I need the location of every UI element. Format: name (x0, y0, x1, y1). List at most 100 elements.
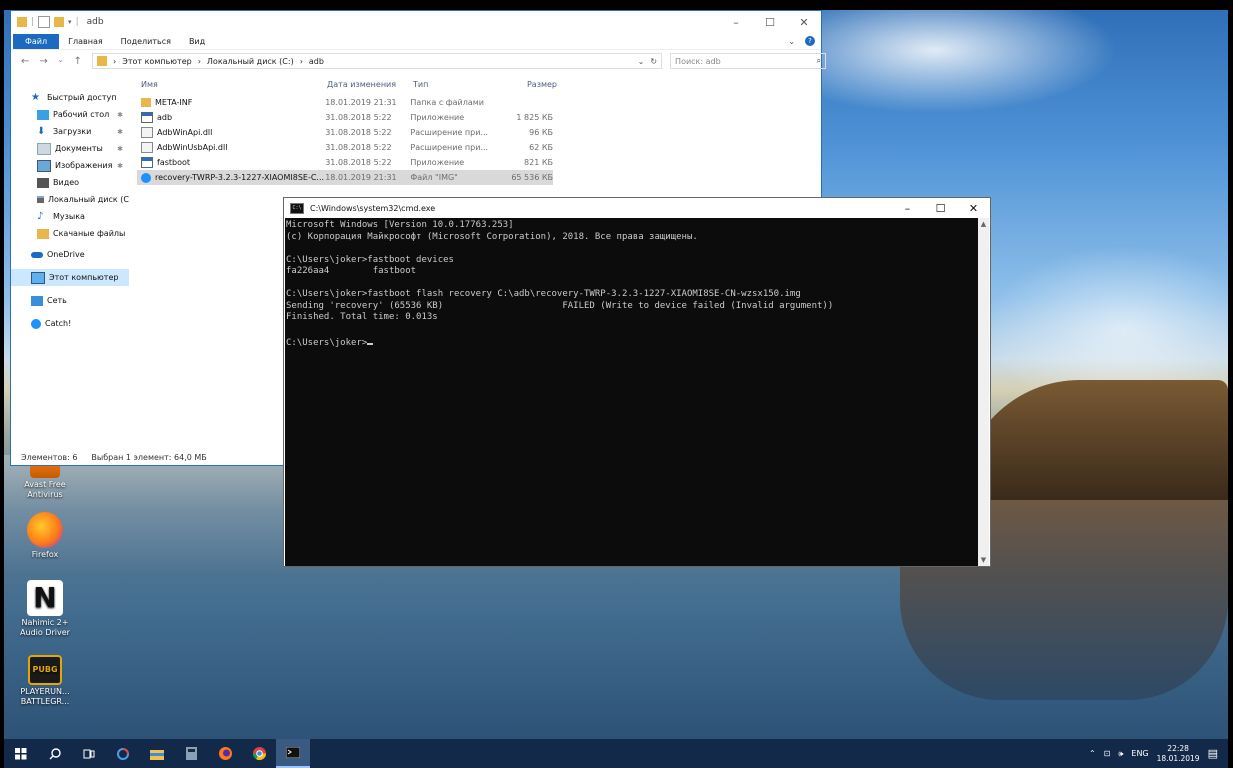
pin-icon[interactable]: ✱ (117, 111, 123, 119)
cmd-titlebar[interactable]: C:\ C:\Windows\system32\cmd.exe – ☐ ✕ (284, 198, 990, 218)
star-icon: ★ (31, 91, 40, 103)
customize-toolbar-icon[interactable]: ▾ (68, 18, 72, 26)
search-icon[interactable]: ⌕ (817, 56, 821, 66)
task-view-button[interactable] (72, 739, 106, 768)
scroll-down-icon[interactable]: ▼ (978, 554, 989, 566)
clock[interactable]: 22:28 18.01.2019 (1157, 744, 1200, 764)
network-icon[interactable]: ⊡ (1104, 749, 1111, 758)
column-header-size[interactable]: Размер (501, 80, 557, 89)
search-button[interactable] (38, 739, 72, 768)
sidebar-item-music[interactable]: ♪ Музыка (11, 208, 129, 225)
expand-ribbon-icon[interactable]: ⌄ (788, 37, 795, 46)
desktop-icon-avast[interactable]: Avast Free Antivirus (14, 460, 76, 500)
sidebar-item-downloaded-files[interactable]: Скачаные файлы (11, 225, 129, 242)
file-row[interactable]: AdbWinUsbApi.dll 31.08.2018 5:22 Расшире… (137, 140, 553, 155)
column-header-type[interactable]: Тип (413, 80, 501, 89)
column-header-date[interactable]: Дата изменения (327, 80, 413, 89)
maximize-button[interactable]: ☐ (924, 202, 957, 215)
file-row-selected[interactable]: recovery-TWRP-3.2.3-1227-XIAOMI8SE-C... … (137, 170, 553, 185)
back-arrow-icon[interactable]: ← (21, 56, 29, 67)
taskbar-firefox[interactable] (208, 739, 242, 768)
taskbar-calculator[interactable] (174, 739, 208, 768)
breadcrumb: › Этот компьютер › Локальный диск (C:) ›… (113, 57, 324, 66)
address-bar[interactable]: › Этот компьютер › Локальный диск (C:) ›… (92, 53, 663, 69)
up-arrow-icon[interactable]: ↑ (74, 56, 82, 67)
breadcrumb-item[interactable]: adb (309, 57, 324, 66)
sidebar-item-local-disk[interactable]: Локальный диск (C (11, 191, 129, 208)
refresh-icon[interactable]: ↻ (650, 57, 657, 66)
app-icon (141, 157, 153, 168)
sidebar-item-video[interactable]: Видео (11, 174, 129, 191)
folder-icon (141, 98, 151, 107)
sidebar-item-pictures[interactable]: Изображения ✱ (11, 157, 129, 174)
file-size: 1 825 КБ (516, 113, 554, 122)
file-name: AdbWinApi.dll (157, 128, 213, 137)
volume-icon[interactable]: 🕪 (1118, 749, 1123, 759)
breadcrumb-item[interactable]: Этот компьютер (122, 57, 191, 66)
chrome-icon (252, 747, 266, 761)
scroll-up-icon[interactable]: ▲ (978, 218, 989, 230)
sidebar-item-desktop[interactable]: Рабочий стол ✱ (11, 106, 129, 123)
sidebar-item-this-pc[interactable]: Этот компьютер (11, 269, 129, 286)
minimize-button[interactable]: – (891, 202, 924, 215)
sidebar-item-downloads[interactable]: ⬇ Загрузки ✱ (11, 123, 129, 140)
file-row[interactable]: META-INF 18.01.2019 21:31 Папка с файлам… (137, 95, 553, 110)
sidebar-item-quick-access[interactable]: ★ Быстрый доступ (11, 89, 129, 106)
forward-arrow-icon[interactable]: → (39, 56, 47, 67)
vertical-scrollbar[interactable]: ▲ ▼ (978, 218, 989, 566)
desktop-icon-firefox[interactable]: Firefox (14, 512, 76, 560)
pin-icon[interactable]: ✱ (117, 162, 123, 170)
search-input[interactable]: Поиск: adb ⌕ (670, 53, 827, 69)
console-line: Microsoft Windows [Version 10.0.17763.25… (286, 220, 514, 230)
tab-home[interactable]: Главная (59, 35, 112, 48)
recent-locations-icon[interactable]: ⌄ (58, 56, 64, 67)
taskbar-cmd[interactable] (276, 739, 310, 768)
tab-view[interactable]: Вид (180, 35, 214, 48)
sidebar-item-catch[interactable]: Catch! (11, 315, 129, 332)
console-prompt-line: C:\Users\joker> (286, 335, 979, 350)
new-folder-icon[interactable] (54, 17, 65, 27)
breadcrumb-separator: › (113, 56, 117, 66)
maximize-button[interactable]: ☐ (753, 16, 787, 29)
console-line: C:\Users\joker>fastboot flash recovery C… (286, 289, 801, 299)
breadcrumb-item[interactable]: Локальный диск (C:) (207, 57, 294, 66)
system-tray: ⌃ ⊡ 🕪 ENG 22:28 18.01.2019 ▤ (1089, 744, 1228, 764)
music-icon: ♪ (37, 210, 44, 222)
start-button[interactable] (4, 739, 38, 768)
pictures-icon (37, 159, 51, 172)
explorer-titlebar[interactable]: | ▾ | adb – ☐ ✕ (11, 11, 821, 33)
taskbar-chrome[interactable] (242, 739, 276, 768)
desktop-folder-icon (37, 109, 49, 120)
chevron-up-icon[interactable]: ⌃ (1089, 749, 1096, 758)
console-output[interactable]: Microsoft Windows [Version 10.0.17763.25… (285, 218, 979, 566)
desktop-screen: Avast Free Antivirus Firefox N Nahimic 2… (0, 0, 1233, 768)
sidebar-item-documents[interactable]: Документы ✱ (11, 140, 129, 157)
taskbar-app-loader[interactable] (106, 739, 140, 768)
taskbar-file-explorer[interactable] (140, 739, 174, 768)
desktop-icon-pubg[interactable]: PUBG PLAYERUN... BATTLEGR... (14, 655, 76, 707)
documents-icon (37, 142, 51, 155)
chevron-down-icon[interactable]: ⌄ (638, 57, 645, 66)
action-center-icon[interactable]: ▤ (1208, 747, 1218, 760)
help-icon[interactable]: ? (805, 36, 815, 46)
properties-icon[interactable] (38, 16, 51, 28)
computer-icon (31, 271, 45, 284)
language-indicator[interactable]: ENG (1131, 749, 1148, 758)
minimize-button[interactable]: – (719, 16, 753, 29)
sidebar-item-network[interactable]: Сеть (11, 292, 129, 309)
sidebar-item-onedrive[interactable]: OneDrive (11, 246, 129, 263)
file-row[interactable]: AdbWinApi.dll 31.08.2018 5:22 Расширение… (137, 125, 553, 140)
console-prompt: C:\Users\joker> (286, 338, 368, 348)
tab-file[interactable]: Файл (13, 33, 60, 49)
pin-icon[interactable]: ✱ (117, 128, 123, 136)
file-row[interactable]: fastboot 31.08.2018 5:22 Приложение 821 … (137, 155, 553, 170)
close-button[interactable]: ✕ (957, 202, 990, 215)
desktop-icon-nahimic[interactable]: N Nahimic 2+ Audio Driver (14, 580, 76, 638)
tab-share[interactable]: Поделиться (112, 35, 180, 48)
close-button[interactable]: ✕ (787, 16, 821, 29)
pin-icon[interactable]: ✱ (117, 145, 123, 153)
file-row[interactable]: adb 31.08.2018 5:22 Приложение 1 825 КБ (137, 110, 553, 125)
column-header-name[interactable]: Имя (137, 80, 327, 89)
